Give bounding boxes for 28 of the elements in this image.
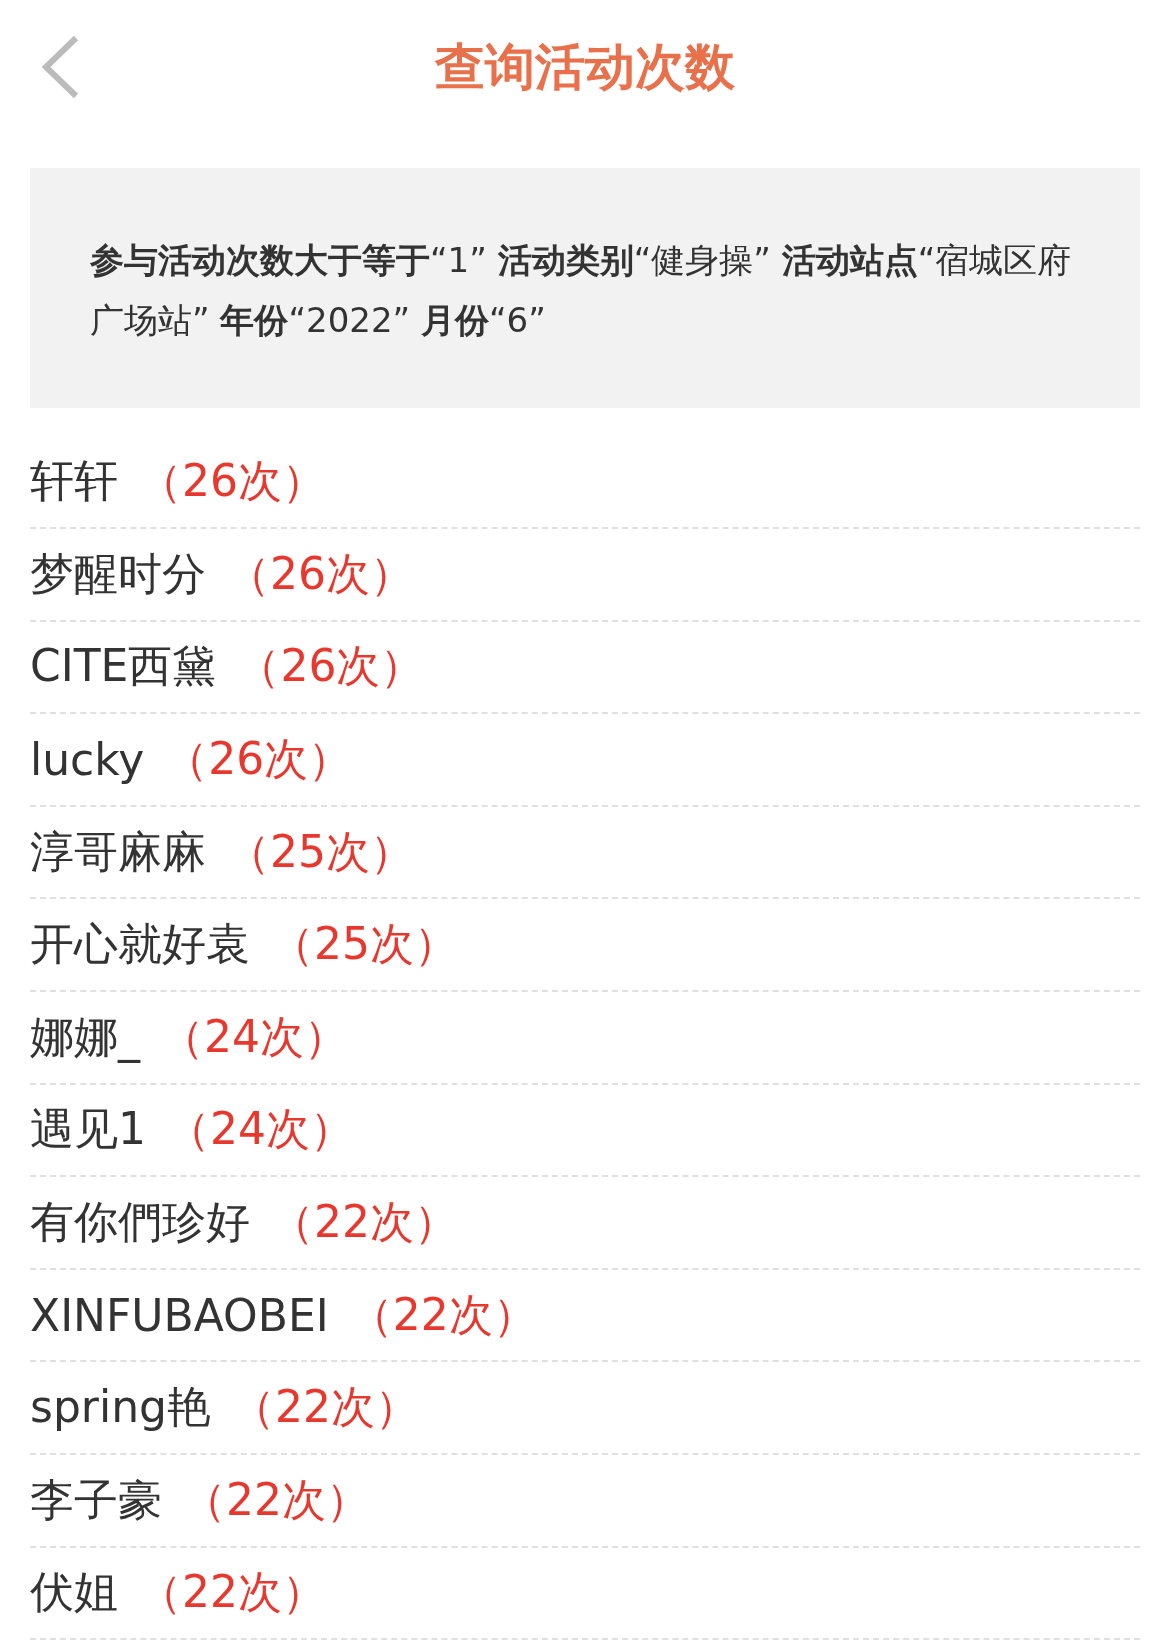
member-name: XINFUBAOBEI [30, 1289, 329, 1341]
member-name: 遇见1 [30, 1102, 146, 1157]
member-name: spring艳 [30, 1380, 211, 1435]
activity-count: （22次） [138, 1565, 326, 1620]
activity-count: （25次） [270, 917, 458, 972]
activity-count: （22次） [182, 1472, 370, 1527]
member-name: 娜娜_ [30, 1009, 140, 1065]
activity-count: （26次） [164, 732, 353, 786]
activity-count: （26次） [236, 639, 425, 694]
member-name: CITE西黛 [30, 639, 217, 694]
activity-count: （26次） [226, 546, 414, 601]
page-title: 查询活动次数 [435, 36, 735, 98]
activity-count: （22次） [231, 1380, 419, 1435]
activity-count: （22次） [348, 1287, 537, 1342]
activity-count: （24次） [166, 1102, 354, 1157]
member-name: 李子豪 [30, 1472, 162, 1527]
activity-count: （24次） [160, 1009, 348, 1064]
member-name: 淳哥麻麻 [30, 824, 206, 879]
member-name: 轩轩 [30, 454, 118, 508]
member-name: 开心就好袁 [30, 917, 250, 972]
activity-count: （22次） [270, 1194, 458, 1249]
member-name: 有你們珍好 [30, 1194, 250, 1249]
activity-count: （25次） [226, 824, 414, 879]
activity-count: （26次） [138, 454, 326, 508]
member-name: lucky [30, 734, 145, 785]
filter-summary: 参与活动次数大于等于“1” 活动类别“健身操” 活动站点“宿城区府广场站” 年份“2022” 月份“6” [30, 168, 1140, 408]
member-name: 梦醒时分 [30, 546, 206, 601]
member-name: 伏姐 [30, 1565, 118, 1620]
